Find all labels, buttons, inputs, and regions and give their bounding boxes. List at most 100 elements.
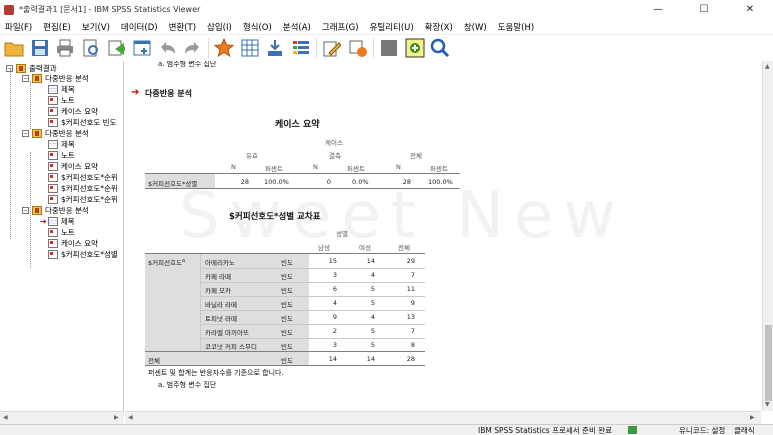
hide-icon[interactable] (379, 38, 399, 58)
crosstab-col-header: 전체 (398, 244, 410, 252)
crosstab-row-var-label: $커피선호도 (148, 259, 183, 267)
tree-item-label: $커피선호도*순위 (61, 173, 118, 182)
tree-group-3[interactable]: − 다중반응 분석 (22, 205, 89, 216)
tree-group-label: 다중반응 분석 (45, 129, 89, 138)
case-super-header: 케이스 (325, 139, 343, 147)
tree-item-label: $커피선호도*순위 (61, 184, 118, 193)
tree-item[interactable]: 케이스 요약 (48, 106, 98, 117)
crosstab-cell: 15 (328, 257, 337, 265)
tree-item[interactable]: 케이스 요약 (48, 161, 98, 172)
tree-item[interactable]: 노트 (48, 150, 75, 161)
mode-status: 클래식 (734, 426, 755, 435)
goto-variable-icon[interactable] (265, 38, 285, 58)
crosstab-row-label: 토피넛 라떼 (205, 315, 237, 323)
menu-window[interactable]: 창(W) (464, 21, 487, 33)
crosstab-cell: 29 (406, 257, 415, 265)
recall-dialog-icon[interactable] (132, 38, 152, 58)
tree-group-1[interactable]: − 다중반응 분석 (22, 73, 89, 84)
crosstab-cell: 13 (406, 313, 415, 321)
tree-group-2[interactable]: − 다중반응 분석 (22, 128, 89, 139)
table-icon (48, 107, 58, 116)
menu-view[interactable]: 보기(V) (82, 21, 110, 33)
output-book-icon (32, 129, 42, 138)
scroll-right-icon[interactable]: ▶ (114, 414, 119, 421)
export-icon[interactable] (106, 38, 126, 58)
crosstab-total-cell: 14 (328, 355, 337, 363)
print-preview-icon[interactable] (81, 38, 101, 58)
menu-edit[interactable]: 편집(E) (43, 21, 71, 33)
menu-format[interactable]: 형식(O) (243, 21, 272, 33)
scroll-thumb[interactable] (765, 325, 772, 401)
output-book-icon (16, 64, 26, 73)
print-icon[interactable] (55, 38, 75, 58)
crosstab-col-header: 여성 (359, 244, 371, 252)
crosstab-row-label: 코코넛 커피 스무디 (205, 343, 257, 351)
collapse-toggle[interactable]: − (22, 207, 29, 214)
content-horizontal-scrollbar[interactable]: ◀ ▶ (125, 411, 761, 424)
menu-insert[interactable]: 삽입(I) (207, 21, 232, 33)
edit-pencil-icon[interactable] (322, 38, 342, 58)
menu-analyze[interactable]: 분석(A) (283, 21, 311, 33)
tree-item[interactable]: $커피선호도*순위 (48, 172, 118, 183)
menu-utilities[interactable]: 유틸리티(U) (370, 21, 414, 33)
scroll-up-icon[interactable]: ▲ (765, 63, 770, 70)
search-icon[interactable] (430, 38, 450, 58)
menu-file[interactable]: 파일(F) (5, 21, 32, 33)
tree-item-label: $커피선호도*성별 (61, 250, 118, 259)
toolbar-separator (208, 38, 209, 58)
tree-item[interactable]: $커피선호도*성별 (48, 249, 118, 260)
tree-item[interactable]: 제목 (48, 139, 75, 150)
tree-item[interactable]: 노트 (48, 227, 75, 238)
save-icon[interactable] (30, 38, 50, 58)
variables-list-icon[interactable] (291, 38, 311, 58)
scroll-left-icon[interactable]: ◀ (3, 414, 8, 421)
redo-icon[interactable] (183, 38, 203, 58)
tree-item[interactable]: $커피선호도*순위 (48, 183, 118, 194)
show-icon[interactable] (405, 38, 425, 58)
tree-item-label: 노트 (61, 96, 75, 105)
open-folder-icon[interactable] (4, 38, 24, 58)
tree-group-label: 다중반응 분석 (45, 206, 89, 215)
crosstab-row-label: 바닐라 라떼 (205, 301, 237, 309)
menu-help[interactable]: 도움말(H) (498, 21, 534, 33)
scroll-left-icon[interactable]: ◀ (128, 414, 133, 421)
crosstab-cell: 3 (332, 341, 337, 349)
toolbar-separator (316, 38, 317, 58)
tree-item[interactable]: 케이스 요약 (48, 238, 98, 249)
outline-horizontal-scrollbar[interactable]: ◀ ▶ (0, 411, 124, 424)
minimize-button[interactable]: — (635, 0, 681, 19)
case-sub-header: N (396, 163, 401, 171)
crosstab-cell: 14 (366, 257, 375, 265)
scroll-right-icon[interactable]: ▶ (750, 414, 755, 421)
table-icon (48, 173, 58, 182)
undo-icon[interactable] (157, 38, 177, 58)
goto-case-icon[interactable] (240, 38, 260, 58)
menu-extensions[interactable]: 확장(X) (425, 21, 453, 33)
tree-item-label: 케이스 요약 (61, 162, 98, 171)
output-book-icon (32, 74, 42, 83)
goto-data-star-icon[interactable] (214, 38, 234, 58)
collapse-toggle[interactable]: − (22, 130, 29, 137)
tree-item[interactable]: $커피선호도 빈도 (48, 117, 116, 128)
crosstab-row-var-sup: a (182, 257, 186, 264)
content-vertical-scrollbar[interactable]: ▲ ▼ (762, 61, 773, 411)
menu-transform[interactable]: 변환(T) (169, 21, 196, 33)
scroll-down-icon[interactable]: ▼ (765, 401, 770, 408)
designate-window-icon[interactable] (348, 38, 368, 58)
close-button[interactable]: ✕ (727, 0, 773, 19)
outline-pane: − 출력결과 − 다중반응 분석 제목 노트 케이스 요약 $커피선호도 빈도 … (0, 61, 124, 424)
menu-graphs[interactable]: 그래프(G) (322, 21, 359, 33)
menu-data[interactable]: 데이터(D) (121, 21, 158, 33)
tree-item[interactable]: 제목 (48, 84, 75, 95)
crosstab-stat-label: 빈도 (281, 273, 293, 281)
crosstab-cell: 4 (370, 271, 375, 279)
tree-item[interactable]: 노트 (48, 95, 75, 106)
tree-item-current[interactable]: ➔ 제목 (40, 216, 75, 227)
tree-item[interactable]: $커피선호도*순위 (48, 194, 118, 205)
menu-bar: 파일(F) 편집(E) 보기(V) 데이터(D) 변환(T) 삽입(I) 형식(… (0, 19, 773, 35)
maximize-button[interactable]: ☐ (681, 0, 727, 19)
collapse-toggle[interactable]: − (22, 75, 29, 82)
collapse-toggle[interactable]: − (6, 65, 13, 72)
output-book-icon (32, 206, 42, 215)
crosstab-row-label: 아메리카노 (205, 259, 235, 267)
